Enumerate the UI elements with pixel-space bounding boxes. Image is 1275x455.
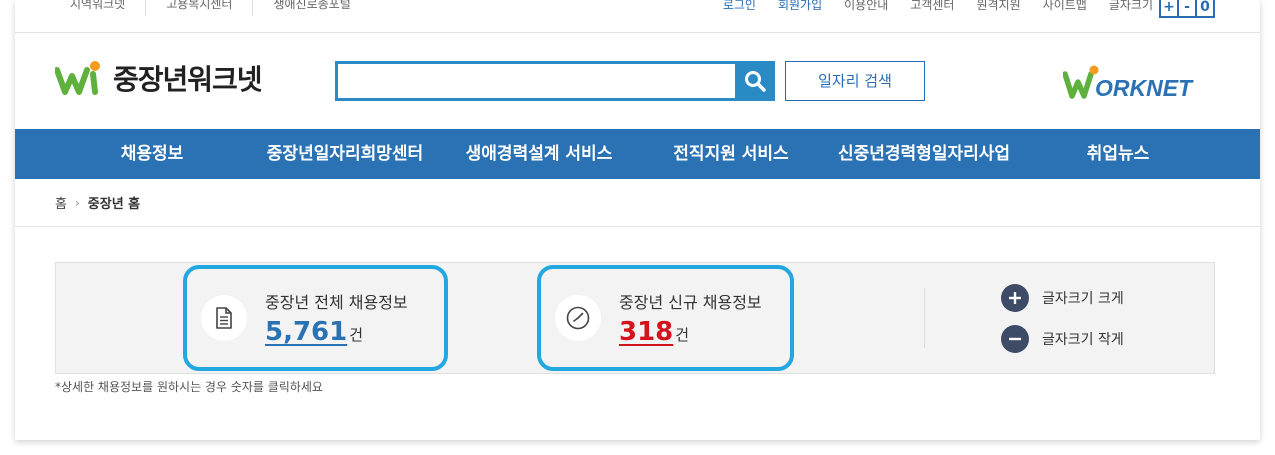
total-jobs-count-link[interactable]: 5,761 (265, 317, 347, 347)
remote-support-link[interactable]: 원격지원 (976, 0, 1020, 17)
job-stats-panel: 중장년 전체 채용정보 5,761 건 중장년 신규 채용정보 318 건 글자… (55, 262, 1215, 374)
search-button[interactable] (735, 61, 775, 101)
sitemap-link[interactable]: 사이트맵 (1043, 0, 1087, 17)
nav-item-hope-center[interactable]: 중장년일자리희망센터 (267, 129, 423, 179)
nav-item-career-design[interactable]: 생애경력설계 서비스 (466, 129, 613, 179)
stats-note: *상세한 채용정보를 원하시는 경우 숫자를 클릭하세요 (55, 380, 323, 394)
total-jobs-value-row: 5,761 건 (265, 317, 363, 347)
font-size-reset-button[interactable]: 0 (1195, 0, 1215, 18)
clock-icon (555, 295, 601, 341)
font-size-buttons: + - 0 (1159, 0, 1215, 18)
worknet-logo-text: ORKNET (1095, 75, 1194, 101)
total-jobs-label: 중장년 전체 채용정보 (265, 293, 408, 312)
breadcrumb-home[interactable]: 홈 (55, 193, 67, 212)
utility-bar: 지역워크넷 고용복지센터 생애진로종포털 로그인 회원가입 이용안내 고객센터 … (15, 0, 1260, 33)
login-link[interactable]: 로그인 (723, 0, 756, 17)
breadcrumb: 홈 › 중장년 홈 (15, 179, 1260, 227)
plus-icon (1001, 284, 1029, 312)
font-size-increase-button[interactable]: + (1159, 0, 1179, 18)
util-link-career-portal[interactable]: 생애진로종포털 (252, 0, 370, 16)
search-bar (335, 61, 775, 101)
chevron-right-icon: › (74, 195, 80, 210)
main-nav: 채용정보 중장년일자리희망센터 생애경력설계 서비스 전직지원 서비스 신중년경… (15, 129, 1260, 179)
page-container: 지역워크넷 고용복지센터 생애진로종포털 로그인 회원가입 이용안내 고객센터 … (15, 0, 1260, 440)
new-jobs-count-link[interactable]: 318 (619, 317, 673, 347)
divider (924, 288, 925, 348)
font-smaller-control[interactable]: 글자크기 작게 (1001, 325, 1124, 353)
total-jobs-card: 중장년 전체 채용정보 5,761 건 (183, 265, 448, 371)
breadcrumb-current: 중장년 홈 (87, 197, 141, 212)
logo-text: 중장년워크넷 (113, 63, 263, 96)
utility-links-left: 지역워크넷 고용복지센터 생애진로종포털 (55, 0, 371, 16)
new-jobs-card: 중장년 신규 채용정보 318 건 (537, 265, 794, 371)
font-size-label: 글자크기 (1108, 0, 1153, 12)
document-icon (201, 295, 247, 341)
new-jobs-value-row: 318 건 (619, 317, 689, 347)
nav-item-transition-support[interactable]: 전직지원 서비스 (673, 129, 788, 179)
nav-item-job-news[interactable]: 취업뉴스 (1087, 129, 1150, 179)
worknet-logo[interactable]: ORKNET (1063, 62, 1218, 102)
font-smaller-label: 글자크기 작게 (1042, 332, 1124, 348)
nav-item-senior-career-jobs[interactable]: 신중년경력형일자리사업 (838, 129, 1010, 179)
site-logo[interactable]: 중장년워크넷 (55, 58, 263, 98)
font-larger-control[interactable]: 글자크기 크게 (1001, 284, 1124, 312)
font-larger-label: 글자크기 크게 (1042, 291, 1124, 307)
logo-mark-icon (55, 61, 100, 95)
search-input[interactable] (335, 61, 735, 101)
guide-link[interactable]: 이용안내 (844, 0, 888, 17)
minus-icon (1001, 325, 1029, 353)
util-link-welfare-center[interactable]: 고용복지센터 (145, 0, 252, 16)
customer-center-link[interactable]: 고객센터 (910, 0, 954, 17)
total-jobs-unit: 건 (349, 326, 364, 344)
search-icon (745, 71, 766, 92)
new-jobs-unit: 건 (675, 326, 690, 344)
job-search-button[interactable]: 일자리 검색 (785, 61, 925, 101)
utility-links-right: 로그인 회원가입 이용안내 고객센터 원격지원 사이트맵 글자크기 + - 0 (701, 0, 1215, 18)
new-jobs-label: 중장년 신규 채용정보 (619, 293, 762, 312)
font-size-decrease-button[interactable]: - (1177, 0, 1197, 18)
signup-link[interactable]: 회원가입 (778, 0, 822, 17)
util-link-regional[interactable]: 지역워크넷 (55, 0, 145, 16)
nav-item-job-info[interactable]: 채용정보 (121, 129, 184, 179)
